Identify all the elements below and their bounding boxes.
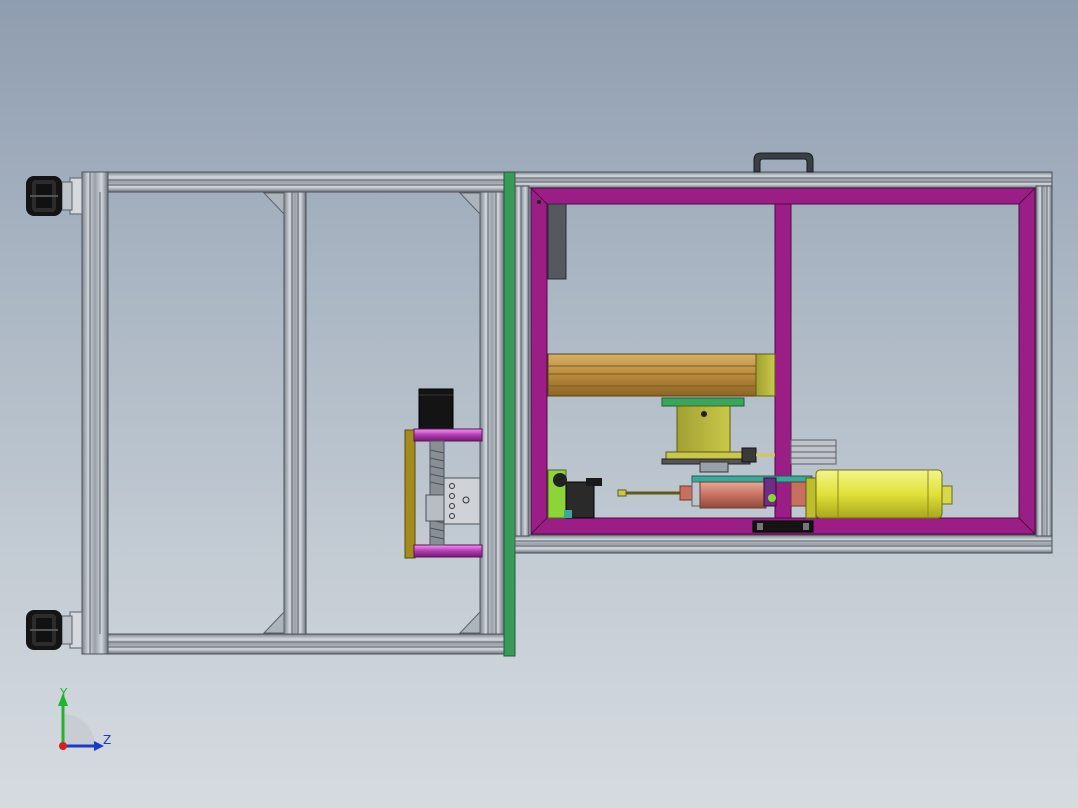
vertical-carriage[interactable] <box>661 397 775 473</box>
right-frame-left-post <box>514 185 530 537</box>
right-frame-right-post <box>1035 185 1053 537</box>
bottom-latch[interactable] <box>752 520 814 533</box>
left-frame-top-rail <box>81 171 507 193</box>
horizontal-linear-slide[interactable] <box>547 353 776 397</box>
corner-bracket <box>262 610 285 634</box>
left-frame-bottom-rail <box>81 633 507 655</box>
right-frame-top-rail <box>514 171 1053 189</box>
axis-label-y: Y <box>59 686 68 700</box>
left-frame-right-post <box>479 191 505 635</box>
corner-bracket <box>458 610 481 634</box>
magenta-center-post <box>774 203 792 519</box>
cad-viewport[interactable]: Y Z <box>0 0 1078 808</box>
gearbox-cluster[interactable] <box>547 469 602 519</box>
axis-triad: Y Z <box>58 686 111 751</box>
gold-mounting-plate <box>404 429 416 559</box>
axis-label-z: Z <box>103 733 111 747</box>
dark-side-plate <box>547 203 567 280</box>
corner-bracket <box>262 192 285 216</box>
green-divider-panel[interactable] <box>503 171 516 657</box>
linear-module[interactable] <box>404 388 483 559</box>
corner-bracket <box>458 192 481 216</box>
left-frame-middle-post <box>283 191 307 635</box>
door-handle[interactable] <box>753 152 814 173</box>
left-frame-left-post <box>81 171 109 655</box>
grey-bracket <box>790 439 837 465</box>
caster-wheel-top[interactable] <box>26 176 83 216</box>
servo-motor[interactable] <box>805 469 953 519</box>
right-frame-bottom-rail <box>514 534 1053 554</box>
caster-wheel-bottom[interactable] <box>26 610 83 650</box>
